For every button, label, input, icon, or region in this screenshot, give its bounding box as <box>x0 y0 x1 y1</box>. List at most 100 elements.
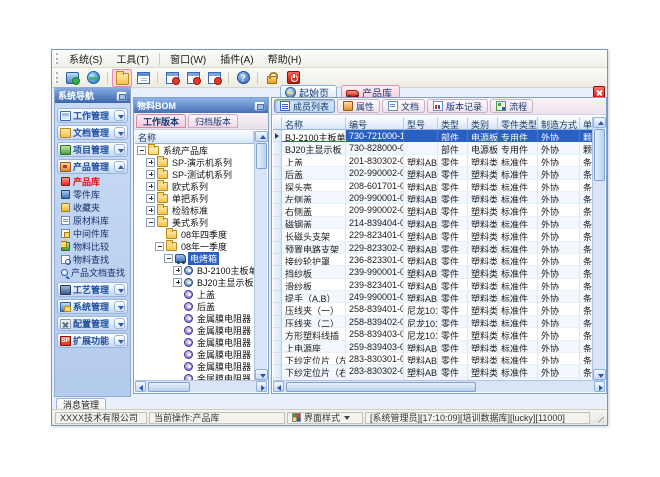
table-cell[interactable]: 塑料ABS <box>404 229 438 241</box>
table-cell[interactable]: 条 <box>580 303 592 315</box>
table-cell[interactable]: 零件 <box>438 242 468 254</box>
row-selector-gutter[interactable] <box>273 291 282 303</box>
table-cell[interactable]: 零件 <box>438 192 468 204</box>
sidebar-item-产品库[interactable]: 产品库 <box>61 175 128 188</box>
workbench-button[interactable] <box>62 69 82 87</box>
sidebar-item-中间件库[interactable]: 中间件库 <box>61 227 128 240</box>
table-vertical-scrollbar[interactable] <box>592 117 605 380</box>
table-cell[interactable]: 接纱轮护罩 <box>282 254 346 266</box>
table-cell[interactable]: 外协 <box>538 180 580 192</box>
table-cell[interactable]: 标准件 <box>498 279 538 291</box>
table-cell[interactable]: 条 <box>580 204 592 216</box>
window-badge-1-button[interactable] <box>162 69 182 87</box>
tree-item[interactable]: 美式系列 <box>135 216 254 228</box>
table-cell[interactable]: 塑料类 <box>468 365 498 377</box>
table-cell[interactable]: 239-990001-01X <box>346 266 404 278</box>
table-cell[interactable]: 塑料ABS <box>404 167 438 179</box>
table-cell[interactable]: 零件 <box>438 279 468 291</box>
row-selector-gutter[interactable] <box>273 130 282 142</box>
chevron-down-icon[interactable] <box>114 144 125 155</box>
row-selector-gutter[interactable] <box>273 180 282 192</box>
table-cell[interactable]: 标准件 <box>498 229 538 241</box>
table-cell[interactable]: 零件 <box>438 365 468 377</box>
table-cell[interactable]: 标准件 <box>498 316 538 328</box>
table-cell[interactable]: 塑料类 <box>468 328 498 340</box>
table-cell[interactable]: 标准件 <box>498 254 538 266</box>
table-cell[interactable]: 塑料类 <box>468 254 498 266</box>
expand-icon[interactable] <box>173 278 182 287</box>
table-cell[interactable]: 标准件 <box>498 155 538 167</box>
table-vscroll-thumb[interactable] <box>594 129 605 181</box>
tree-item[interactable]: 检验标准 <box>135 204 254 216</box>
column-header-单位[interactable]: 单位 <box>580 117 592 130</box>
tree-item[interactable]: 电烤箱 <box>135 252 254 264</box>
table-cell[interactable]: 外协 <box>538 266 580 278</box>
table-cell[interactable]: 塑料ABS <box>404 353 438 365</box>
table-row[interactable]: 挡纱板239-990001-01X塑料ABS零件塑料类标准件外协条 <box>273 266 592 278</box>
expand-icon[interactable] <box>146 206 155 215</box>
sidebar-group-配置管理[interactable]: 配置管理 <box>57 316 128 331</box>
table-cell[interactable]: 塑料ABS <box>404 217 438 229</box>
table-cell[interactable]: 外协 <box>538 167 580 179</box>
table-cell[interactable]: 730-828000-04X <box>346 142 404 154</box>
table-cell[interactable]: 塑料ABS <box>404 192 438 204</box>
table-cell[interactable]: 259-839403-00X <box>346 341 404 353</box>
expand-icon[interactable] <box>173 266 182 275</box>
scroll-down-icon[interactable] <box>593 369 606 380</box>
table-cell[interactable]: 标准件 <box>498 204 538 216</box>
table-cell[interactable]: 249-990001-01X <box>346 291 404 303</box>
row-selector-gutter[interactable] <box>273 254 282 266</box>
table-cell[interactable]: 236-823301-00X <box>346 254 404 266</box>
chevron-down-icon[interactable] <box>114 335 125 346</box>
table-row[interactable]: 压线夹（二）258-839402-00X尼龙1010零件塑料类标准件外协条 <box>273 316 592 328</box>
table-cell[interactable]: 压线夹（二） <box>282 316 346 328</box>
collapse-icon[interactable] <box>146 218 155 227</box>
table-cell[interactable]: 外协 <box>538 341 580 353</box>
table-row[interactable]: 磁钢盖214-839404-01X塑料ABS零件塑料类标准件外协条 <box>273 217 592 229</box>
table-cell[interactable]: 磁钢盖 <box>282 217 346 229</box>
table-cell[interactable]: 外协 <box>538 303 580 315</box>
expand-icon[interactable] <box>146 194 155 203</box>
table-cell[interactable]: 下纱定位片（左） <box>282 353 346 365</box>
table-cell[interactable]: 外协 <box>538 217 580 229</box>
table-cell[interactable]: 条 <box>580 192 592 204</box>
table-row[interactable]: BJ20主显示板730-828000-04X部件电源板专用件外协颗 <box>273 142 592 154</box>
tree-item[interactable]: 金属膜电阻器 <box>135 324 254 336</box>
column-header-型号[interactable]: 型号 <box>404 117 438 130</box>
table-cell[interactable]: 塑料ABS <box>404 266 438 278</box>
table-cell[interactable]: 条 <box>580 254 592 266</box>
table-row[interactable]: 预置电路支架229-823302-00X塑料ABS零件塑料类标准件外协条 <box>273 242 592 254</box>
row-selector-gutter[interactable] <box>273 303 282 315</box>
bom-panel-pin-icon[interactable] <box>254 101 265 111</box>
table-cell[interactable]: 专用件 <box>498 142 538 154</box>
scroll-up-icon[interactable] <box>593 117 606 128</box>
table-cell[interactable]: 201-830302-00X <box>346 155 404 167</box>
tree-item[interactable]: 金属膜电阻器 <box>135 372 254 380</box>
table-cell[interactable]: 外协 <box>538 242 580 254</box>
table-cell[interactable]: 尼龙1010 <box>404 328 438 340</box>
window-badge-3-button[interactable] <box>204 69 224 87</box>
table-cell[interactable]: 202-990002-01X <box>346 167 404 179</box>
scroll-right-icon[interactable] <box>256 381 267 392</box>
table-cell[interactable]: 零件 <box>438 155 468 167</box>
table-cell[interactable]: 部件 <box>438 142 468 154</box>
sidebar-pin-icon[interactable] <box>116 91 127 101</box>
chevron-down-icon[interactable] <box>114 110 125 121</box>
table-cell[interactable]: 塑料类 <box>468 242 498 254</box>
table-cell[interactable]: 外协 <box>538 192 580 204</box>
table-cell[interactable]: 标准件 <box>498 303 538 315</box>
sidebar-group-文档管理[interactable]: 文档管理 <box>57 125 128 140</box>
table-cell[interactable] <box>404 130 438 142</box>
table-cell[interactable]: 条 <box>580 328 592 340</box>
table-cell[interactable]: 标准件 <box>498 266 538 278</box>
table-row[interactable]: 方形塑料线插258-839403-00X尼龙1010零件塑料类标准件外协条 <box>273 328 592 340</box>
table-cell[interactable]: 预置电路支架 <box>282 242 346 254</box>
sidebar-item-零件库[interactable]: 零件库 <box>61 188 128 201</box>
table-row[interactable]: 接纱轮护罩236-823301-00X塑料ABS零件塑料类标准件外协条 <box>273 254 592 266</box>
table-cell[interactable]: 部件 <box>438 130 468 142</box>
table-row[interactable]: 上电源座259-839403-00X塑料ABS零件塑料类标准件外协条 <box>273 341 592 353</box>
row-selector-gutter[interactable] <box>273 328 282 340</box>
table-cell[interactable]: 塑料ABS <box>404 242 438 254</box>
tree-item[interactable]: 金属膜电阻器 <box>135 360 254 372</box>
table-cell[interactable]: 尼龙1010 <box>404 303 438 315</box>
